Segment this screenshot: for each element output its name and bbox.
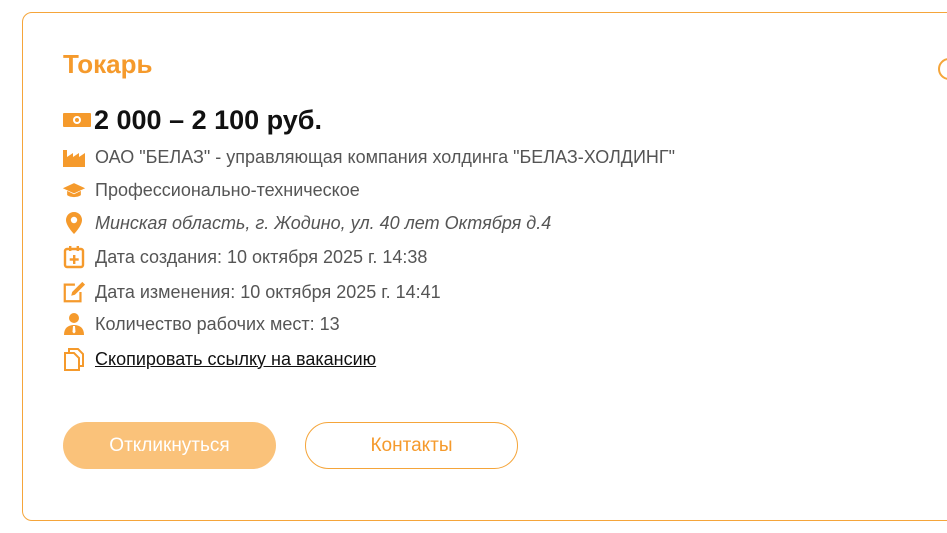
contacts-button[interactable]: Контакты [305, 422, 518, 469]
graduation-cap-icon [62, 178, 86, 202]
edit-icon [62, 280, 86, 304]
education-level: Профессионально-техническое [95, 179, 360, 200]
workplaces-count: Количество рабочих мест: 13 [95, 313, 340, 334]
modified-row: Дата изменения: 10 октября 2025 г. 14:41 [62, 278, 441, 306]
modified-date: Дата изменения: 10 октября 2025 г. 14:41 [95, 281, 441, 302]
calendar-plus-icon [62, 245, 86, 269]
address-text: Минская область, г. Жодино, ул. 40 лет О… [95, 212, 552, 233]
apply-button[interactable]: Откликнуться [63, 422, 276, 469]
person-icon [62, 312, 86, 336]
created-date: Дата создания: 10 октября 2025 г. 14:38 [95, 246, 428, 267]
education-row: Профессионально-техническое [62, 176, 360, 204]
company-name: ОАО "БЕЛАЗ" - управляющая компания холди… [95, 146, 676, 167]
address-row: Минская область, г. Жодино, ул. 40 лет О… [62, 209, 551, 237]
factory-icon [62, 145, 86, 169]
location-pin-icon [62, 211, 86, 235]
copy-link-row[interactable]: Скопировать ссылку на вакансию [62, 345, 376, 373]
salary-row: 2 000 – 2 100 руб. [62, 104, 322, 135]
copy-icon[interactable] [62, 347, 86, 371]
vacancy-title[interactable]: Токарь [63, 49, 152, 79]
workplaces-row: Количество рабочих мест: 13 [62, 310, 340, 338]
created-row: Дата создания: 10 октября 2025 г. 14:38 [62, 243, 427, 271]
salary-value: 2 000 – 2 100 руб. [94, 104, 322, 135]
copy-link[interactable]: Скопировать ссылку на вакансию [95, 349, 376, 370]
company-row: ОАО "БЕЛАЗ" - управляющая компания холди… [62, 143, 675, 171]
money-icon [62, 108, 92, 132]
